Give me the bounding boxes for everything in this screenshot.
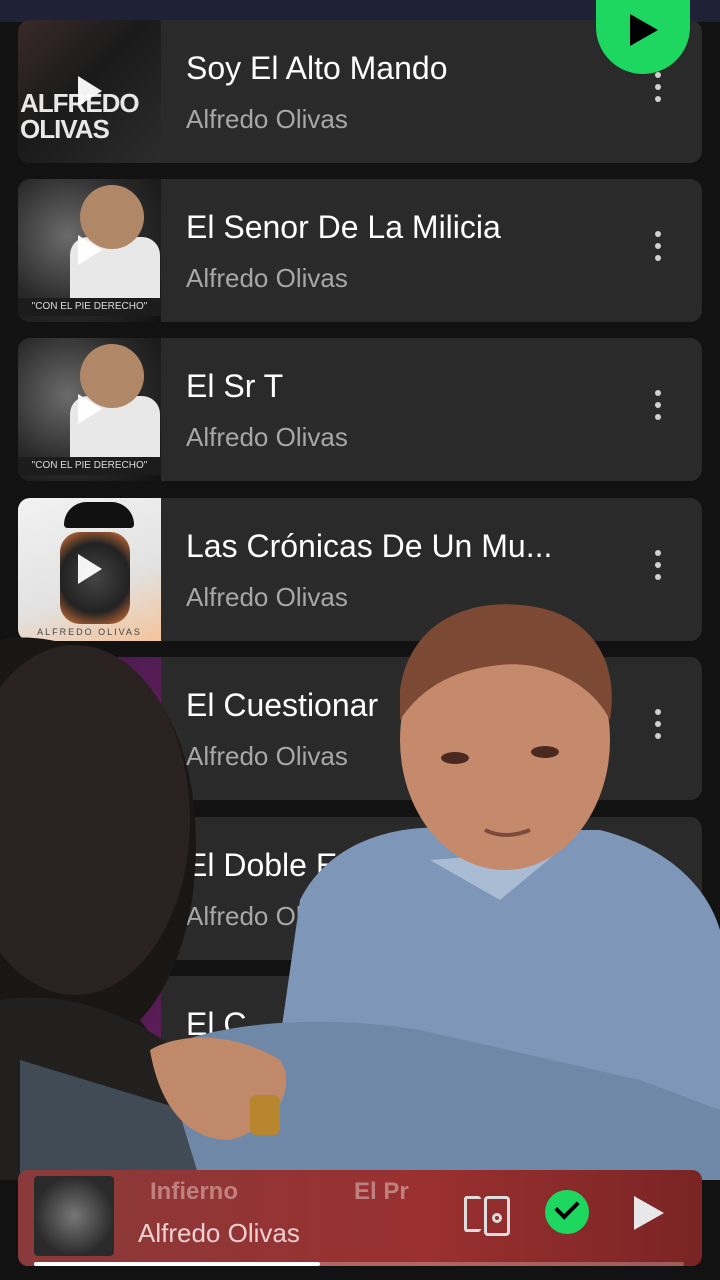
track-artist: Alfredo Olivas — [186, 422, 348, 452]
album-art — [18, 817, 161, 960]
play-icon[interactable] — [78, 235, 102, 265]
play-icon[interactable] — [78, 394, 102, 424]
more-vertical-icon[interactable] — [654, 231, 662, 267]
play-icon — [630, 14, 658, 46]
playback-progress — [34, 1262, 684, 1266]
album-art-text: "CON EL PIE DERECHO" — [18, 298, 161, 316]
more-vertical-icon[interactable] — [654, 709, 662, 745]
track-title: El Senor De La Milicia — [186, 209, 501, 245]
now-playing-bar[interactable]: Infierno El Pr Alfredo Olivas — [18, 1170, 702, 1266]
track-row[interactable]: El Doble Equ Alfredo Olivas — [18, 817, 702, 960]
track-row[interactable]: "CON EL PIE DERECHO" El Sr T Alfredo Oli… — [18, 338, 702, 481]
now-playing-artist: Alfredo Olivas — [138, 1218, 300, 1248]
track-title: El Cuestionar — [186, 687, 379, 723]
track-title: Las Crónicas De Un Mu... — [186, 528, 553, 564]
album-art: "CON EL PIE DERECHO" — [18, 338, 161, 481]
album-art — [18, 657, 161, 800]
track-title: El C — [186, 1006, 247, 1042]
track-artist: Alfredo Olivas — [186, 901, 348, 931]
now-playing-album-art — [34, 1176, 114, 1256]
devices-icon[interactable] — [464, 1194, 510, 1236]
track-title: Soy El Alto Mando — [186, 50, 448, 86]
track-artist: Alfredo Olivas — [186, 263, 348, 293]
play-icon[interactable] — [634, 1196, 664, 1230]
track-title: El Sr T — [186, 368, 284, 404]
album-art-text: "CON EL PIE DERECHO" — [18, 457, 161, 475]
album-art-text: ALFREDO OLIVAS — [37, 627, 142, 637]
more-vertical-icon[interactable] — [654, 390, 662, 426]
track-row[interactable]: El Cuestionar Alfredo Olivas — [18, 657, 702, 800]
track-artist: Alfredo Olivas — [186, 741, 348, 771]
now-playing-title: Infierno — [150, 1178, 238, 1205]
playback-progress-fill — [34, 1262, 320, 1266]
album-art: ALFREDO OLIVAS — [18, 20, 161, 163]
track-artist: Alfredo Olivas — [186, 104, 348, 134]
track-row[interactable]: "CON EL PIE DERECHO" El Senor De La Mili… — [18, 179, 702, 322]
album-art — [18, 976, 161, 1119]
album-art: ALFREDO OLIVAS — [18, 498, 161, 641]
track-title: El Doble Equ — [186, 847, 373, 883]
now-playing-next-title: El Pr — [354, 1178, 409, 1205]
more-vertical-icon[interactable] — [654, 550, 662, 586]
track-row[interactable]: ALFREDO OLIVAS Las Crónicas De Un Mu... … — [18, 498, 702, 641]
track-row[interactable]: El C — [18, 976, 702, 1119]
album-art: "CON EL PIE DERECHO" — [18, 179, 161, 322]
check-icon[interactable] — [545, 1190, 589, 1234]
track-artist: Alfredo Olivas — [186, 582, 348, 612]
more-vertical-icon[interactable] — [654, 72, 662, 108]
play-icon[interactable] — [78, 76, 102, 106]
play-icon[interactable] — [78, 554, 102, 584]
